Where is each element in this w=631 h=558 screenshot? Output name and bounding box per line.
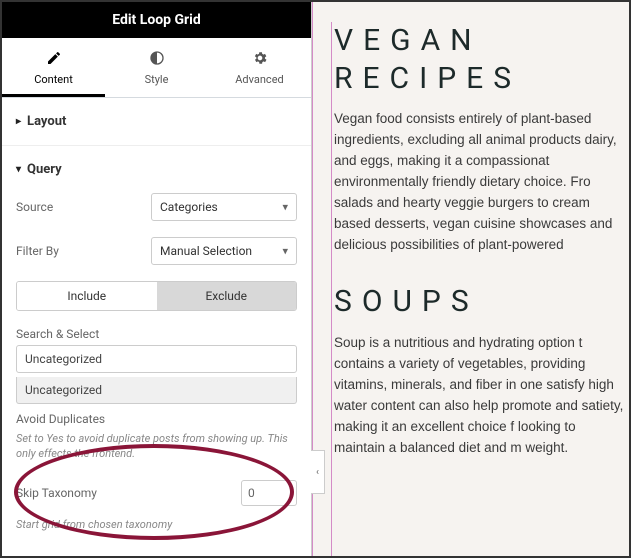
help-avoid-duplicates: Set to Yes to avoid duplicate posts from…	[2, 428, 311, 472]
section-label: Layout	[27, 114, 66, 129]
label-skip-taxonomy: Skip Taxonomy	[16, 486, 241, 500]
select-source[interactable]: Categories	[151, 193, 297, 221]
panel-title: Edit Loop Grid	[2, 2, 311, 38]
tab-label: Content	[34, 73, 73, 86]
tab-style[interactable]: Style	[105, 38, 208, 97]
contrast-icon	[105, 50, 208, 69]
panel-collapse-toggle[interactable]: ‹	[311, 450, 325, 494]
tab-label: Style	[145, 73, 169, 86]
heading-soups: SOUPS	[334, 283, 629, 321]
label-filter: Filter By	[16, 244, 151, 258]
editor-panel: Edit Loop Grid Content Style Advanced La…	[2, 2, 312, 556]
label-search-select: Search & Select	[2, 319, 311, 345]
include-exclude-toggle: Include Exclude	[16, 281, 297, 311]
preview-inner: VEGANRECIPES Vegan food consists entirel…	[331, 22, 629, 556]
dropdown-option-uncategorized[interactable]: Uncategorized	[16, 377, 297, 404]
control-skip-taxonomy: Skip Taxonomy 0	[2, 472, 311, 514]
select-filter[interactable]: Manual Selection	[151, 237, 297, 265]
caret-right-icon	[16, 116, 21, 127]
tab-label: Advanced	[235, 73, 283, 86]
heading-vegan-recipes: VEGANRECIPES	[334, 22, 629, 97]
gear-icon	[208, 50, 311, 69]
caret-down-icon	[16, 164, 21, 175]
control-source: Source Categories	[2, 185, 311, 229]
tab-content[interactable]: Content	[2, 38, 105, 97]
control-filter: Filter By Manual Selection	[2, 229, 311, 273]
section-query[interactable]: Query	[2, 146, 311, 185]
paragraph-vegan: Vegan food consists entirely of plant-ba…	[334, 109, 629, 255]
preview-canvas: VEGANRECIPES Vegan food consists entirel…	[312, 2, 629, 556]
toggle-exclude[interactable]: Exclude	[157, 282, 297, 310]
panel-tabs: Content Style Advanced	[2, 38, 311, 98]
section-layout[interactable]: Layout	[2, 98, 311, 146]
tab-advanced[interactable]: Advanced	[208, 38, 311, 97]
help-skip-taxonomy: Start grid from chosen taxonomy	[2, 514, 311, 543]
label-source: Source	[16, 200, 151, 214]
pencil-icon	[2, 50, 105, 69]
panel-body: Layout Query Source Categories Filter By…	[2, 98, 311, 556]
paragraph-soups: Soup is a nutritious and hydrating optio…	[334, 333, 629, 459]
label-avoid-duplicates: Avoid Duplicates	[2, 404, 311, 428]
section-label: Query	[27, 162, 62, 177]
input-skip-taxonomy[interactable]: 0	[241, 480, 297, 506]
toggle-include[interactable]: Include	[17, 282, 157, 310]
search-select-input[interactable]: Uncategorized	[16, 345, 297, 373]
